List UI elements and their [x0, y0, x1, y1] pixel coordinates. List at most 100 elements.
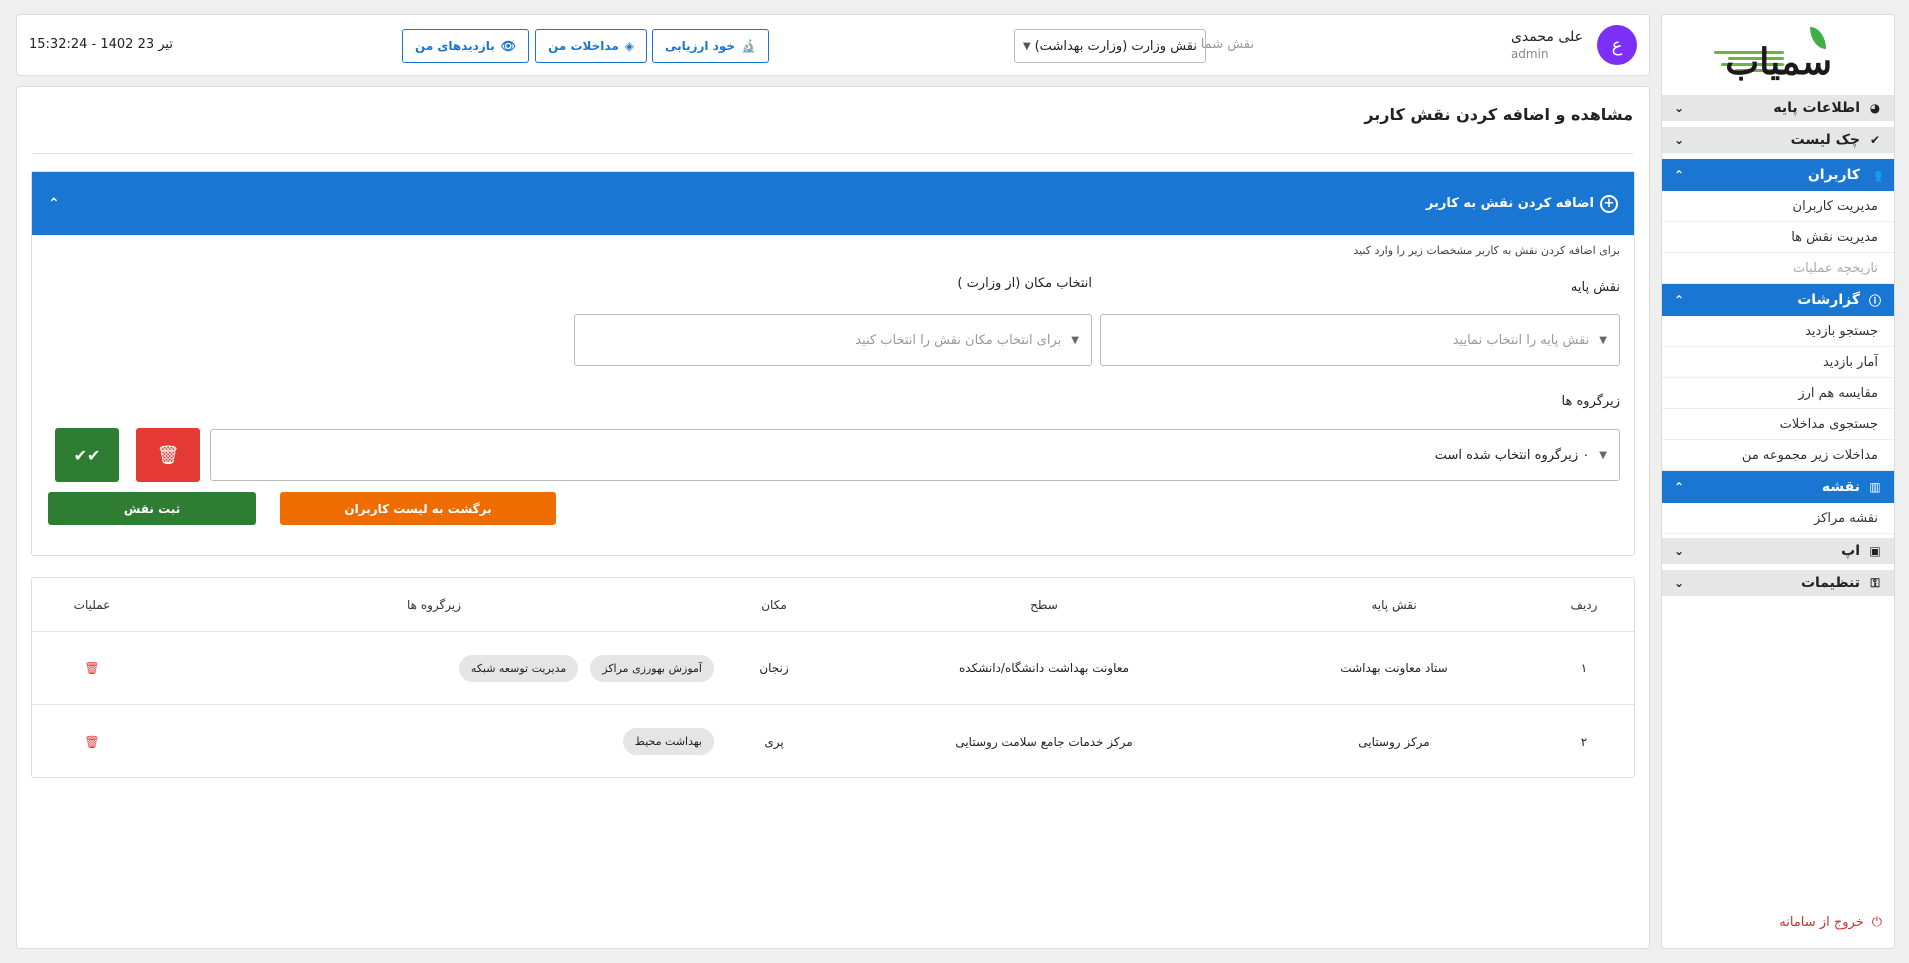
row-base-role: ستاد معاونت بهداشت: [1340, 661, 1448, 675]
delete-row-button[interactable]: 🗑: [84, 735, 99, 749]
chevron-down-icon: ⌄: [1674, 576, 1685, 590]
col-level: سطح: [1030, 597, 1058, 612]
col-index: ردیف: [1570, 597, 1598, 612]
role-label: نقش شما: [1200, 37, 1254, 52]
submit-role-button[interactable]: ثبت نقش: [48, 492, 256, 525]
sidebar-item-visit-stats[interactable]: آمار بازدید: [1662, 347, 1894, 378]
sidebar-item-visit-search[interactable]: جستجو بازدید: [1662, 316, 1894, 347]
location-placeholder: برای انتخاب مکان نقش را انتخاب کنید: [855, 332, 1062, 348]
logo-text: سمیاب: [1725, 41, 1832, 83]
alert-circle-icon: ⓘ: [1869, 293, 1882, 308]
map-icon: ▥: [1869, 480, 1881, 494]
location-select[interactable]: ▼ برای انتخاب مکان نقش را انتخاب کنید: [574, 314, 1092, 366]
subgroup-chip: آموزش بهورزی مراکز: [590, 654, 714, 682]
panel-hint: برای اضافه کردن نقش به کاربر مشخصات زیر …: [1353, 244, 1620, 257]
base-role-placeholder: نقش پایه را انتخاب نمایید: [1452, 332, 1590, 348]
subgroup-chip: بهداشت محیط: [622, 728, 714, 755]
sidebar-group-settings[interactable]: ⚿ تنظیمات ⌄: [1662, 570, 1894, 602]
sidebar-item-operation-history[interactable]: تاریخچه عملیات: [1662, 253, 1894, 284]
my-visits-label: بازدیدهای من: [415, 39, 495, 53]
caret-down-icon: ▼: [1599, 334, 1607, 346]
diamond-icon: ◈: [624, 39, 634, 53]
sidebar-group-app[interactable]: ▣ اپ ⌄: [1662, 538, 1894, 570]
chevron-down-icon: ⌄: [1674, 133, 1685, 147]
sidebar-item-centers-map[interactable]: نقشه مراکز: [1662, 503, 1894, 534]
table-row: ۲ مرکز روستایی مرکز خدمات جامع سلامت روس…: [32, 705, 1634, 778]
row-index: ۲: [1580, 734, 1588, 749]
eye-icon: 👁: [500, 39, 516, 53]
sidebar-group-users[interactable]: 👥 کاربران ⌃: [1662, 159, 1894, 191]
select-all-subgroups-button[interactable]: ✔✔: [55, 428, 119, 482]
chevron-up-icon: ⌃: [1674, 480, 1685, 494]
subgroup-chip: مدیریت توسعه شبکه: [458, 654, 579, 682]
sidebar-group-label: گزارشات: [1797, 292, 1860, 308]
panel-title: اضافه کردن نقش به کاربر: [1425, 196, 1594, 211]
back-to-users-button[interactable]: برگشت به لیست کاربران: [280, 492, 556, 525]
top-header: ع علی محمدی admin نقش شما نقش وزارت (وزا…: [16, 14, 1650, 76]
microscope-icon: 🔬: [741, 39, 756, 53]
clear-subgroups-button[interactable]: 🗑: [136, 428, 200, 482]
sidebar-group-reports[interactable]: ⓘ گزارشات ⌃: [1662, 284, 1894, 316]
add-role-panel-header[interactable]: + اضافه کردن نقش به کاربر ⌃: [32, 172, 1634, 235]
sidebar-group-label: اطلاعات پایه: [1773, 100, 1860, 116]
caret-down-icon: ▼: [1071, 334, 1079, 346]
col-base-role: نقش پایه: [1371, 597, 1417, 612]
base-role-select[interactable]: ▼ نقش پایه را انتخاب نمایید: [1100, 314, 1620, 366]
sidebar-item-user-management[interactable]: مدیریت کاربران: [1662, 191, 1894, 222]
chevron-up-icon[interactable]: ⌃: [48, 196, 60, 212]
sidebar-group-basic-info[interactable]: ◕ اطلاعات پایه ⌄: [1662, 95, 1894, 127]
chevron-up-icon: ⌃: [1674, 293, 1685, 307]
sidebar-group-checklist[interactable]: ✔ چک لیست ⌄: [1662, 127, 1894, 159]
sidebar-item-role-management[interactable]: مدیریت نقش ها: [1662, 222, 1894, 253]
sidebar-group-label: نقشه: [1821, 479, 1860, 495]
row-subgroups: آموزش بهورزی مراکز مدیریت توسعه شبکه: [154, 632, 714, 704]
sidebar-item-sub-interventions[interactable]: مداخلات زیر مجموعه من: [1662, 440, 1894, 471]
sidebar-group-label: کاربران: [1807, 167, 1860, 183]
row-level: مرکز خدمات جامع سلامت روستایی: [955, 734, 1133, 749]
row-actions: 🗑: [30, 632, 154, 704]
table-row: ۱ ستاد معاونت بهداشت معاونت بهداشت دانشگ…: [32, 632, 1634, 705]
row-level: معاونت بهداشت دانشگاه/دانشکده: [958, 661, 1130, 675]
table-header-row: ردیف نقش پایه سطح مکان زیرگروه ها عملیات: [32, 578, 1634, 632]
sidebar-item-peer-compare[interactable]: مقایسه هم ارز: [1662, 378, 1894, 409]
plus-circle-icon: +: [1600, 194, 1618, 213]
my-visits-button[interactable]: 👁 بازدیدهای من: [402, 29, 529, 63]
row-subgroups: بهداشت محیط: [154, 705, 714, 778]
chevron-down-icon: ⌄: [1674, 101, 1685, 115]
sidebar-item-intervention-search[interactable]: جستجوی مداخلات: [1662, 409, 1894, 440]
base-role-label: نقش پایه: [1570, 280, 1620, 295]
caret-down-icon: ▼: [1599, 449, 1607, 461]
row-actions: 🗑: [30, 705, 154, 778]
app-icon: ▣: [1869, 544, 1881, 558]
app-logo[interactable]: سمیاب: [1662, 15, 1894, 95]
add-role-panel: + اضافه کردن نقش به کاربر ⌃ برای اضافه ک…: [31, 171, 1635, 556]
avatar[interactable]: ع: [1597, 25, 1637, 65]
datetime: 15:32:24 - 1402 تیر 23: [29, 37, 173, 52]
logout-label: خروج از سامانه: [1779, 915, 1864, 930]
power-icon: ⏻: [1871, 915, 1882, 930]
check-circle-icon: ✔: [1869, 133, 1881, 147]
divider: [33, 153, 1633, 154]
row-location: زنجان: [759, 661, 789, 675]
my-interventions-button[interactable]: ◈ مداخلات من: [535, 29, 647, 63]
subgroups-select[interactable]: ▼ ۰ زیرگروه انتخاب شده است: [210, 429, 1620, 481]
sidebar-group-label: چک لیست: [1790, 132, 1860, 148]
logout-button[interactable]: ⏻ خروج از سامانه: [1779, 915, 1882, 930]
roles-table: ردیف نقش پایه سطح مکان زیرگروه ها عملیات…: [31, 577, 1635, 778]
sidebar-group-map[interactable]: ▥ نقشه ⌃: [1662, 471, 1894, 503]
col-location: مکان: [761, 597, 787, 612]
row-base-role: مرکز روستایی: [1358, 734, 1430, 749]
pie-chart-icon: ◕: [1869, 101, 1881, 115]
row-location: پری: [764, 734, 784, 749]
subgroups-value: ۰ زیرگروه انتخاب شده است: [1434, 447, 1590, 463]
sidebar: سمیاب ◕ اطلاعات پایه ⌄ ✔ چک لیست ⌄ 👥 کاربرا…: [1661, 14, 1895, 949]
self-evaluation-button[interactable]: 🔬 خود ارزیابی: [651, 29, 769, 63]
user-role: admin: [1510, 47, 1549, 61]
double-check-icon: ✔✔: [73, 445, 101, 465]
col-actions: عملیات: [73, 597, 111, 612]
delete-row-button[interactable]: 🗑: [84, 661, 99, 675]
user-profile[interactable]: ع علی محمدی admin: [1511, 25, 1637, 65]
role-select[interactable]: نقش وزارت (وزارت بهداشت) ▼: [1014, 29, 1206, 63]
page-title: مشاهده و اضافه کردن نقش کاربر: [1364, 105, 1633, 124]
trash-icon: 🗑: [156, 444, 180, 466]
